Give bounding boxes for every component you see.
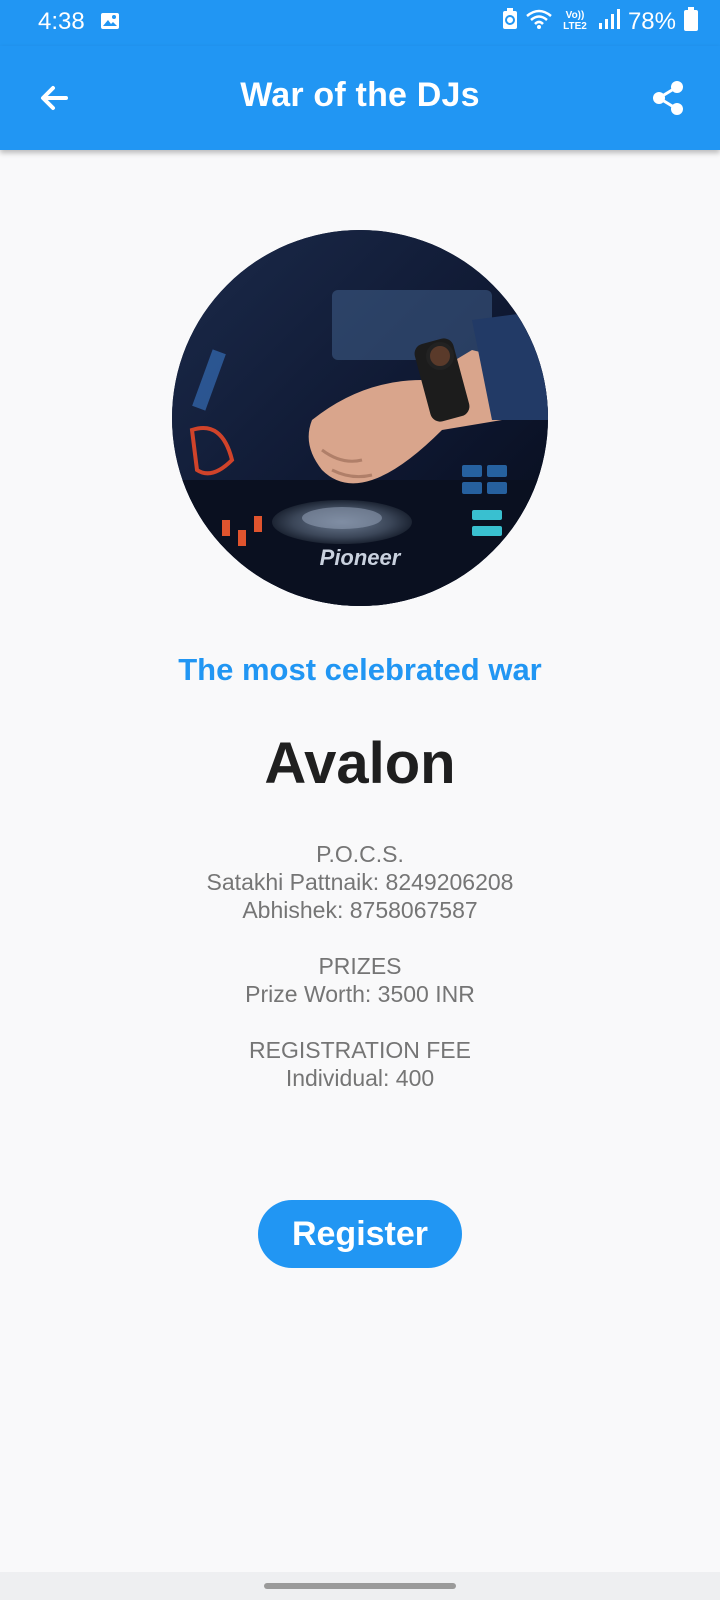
status-icons: Vo)) LTE2 78% — [502, 7, 698, 36]
svg-text:LTE2: LTE2 — [563, 21, 587, 31]
status-time: 4:38 — [38, 8, 85, 35]
event-name: Avalon — [264, 731, 456, 796]
poc-contact: Satakhi Pattnaik: 8249206208 — [206, 869, 514, 895]
registration-individual-fee: Individual: 400 — [285, 1065, 435, 1091]
wifi-icon — [526, 9, 552, 34]
page-title: War of the DJs — [240, 76, 480, 114]
event-tagline: The most celebrated war — [178, 652, 542, 687]
event-image: Pioneer — [172, 230, 548, 606]
prizes-section: PRIZES Prize Worth: 3500 INR — [0, 952, 720, 1008]
pioneer-brand-text: Pioneer — [320, 545, 402, 570]
prize-worth: Prize Worth: 3500 INR — [245, 981, 475, 1007]
app-bar: War of the DJs — [0, 46, 720, 150]
share-button[interactable] — [648, 78, 688, 118]
image-notification-icon — [100, 11, 120, 36]
pocs-heading: P.O.C.S. — [316, 841, 404, 867]
dj-mixer-photo: Pioneer — [172, 230, 548, 606]
registration-heading: REGISTRATION FEE — [249, 1037, 471, 1063]
lte-icon: Vo)) LTE2 — [560, 9, 590, 34]
svg-text:Vo)): Vo)) — [566, 10, 585, 21]
share-icon — [653, 81, 683, 115]
battery-icon — [684, 7, 698, 36]
registration-section: REGISTRATION FEE Individual: 400 — [0, 1036, 720, 1092]
battery-saver-icon — [502, 8, 518, 35]
prizes-heading: PRIZES — [318, 953, 402, 979]
navigation-bar — [0, 1572, 720, 1600]
signal-icon — [598, 9, 620, 34]
pocs-section: P.O.C.S. Satakhi Pattnaik: 8249206208 Ab… — [0, 840, 720, 924]
home-indicator[interactable] — [264, 1583, 456, 1589]
poc-contact: Abhishek: 8758067587 — [242, 897, 478, 923]
battery-percentage: 78% — [627, 7, 676, 35]
status-bar: 4:38 Vo)) LTE2 78% — [0, 0, 720, 46]
register-button[interactable]: Register — [258, 1200, 462, 1268]
